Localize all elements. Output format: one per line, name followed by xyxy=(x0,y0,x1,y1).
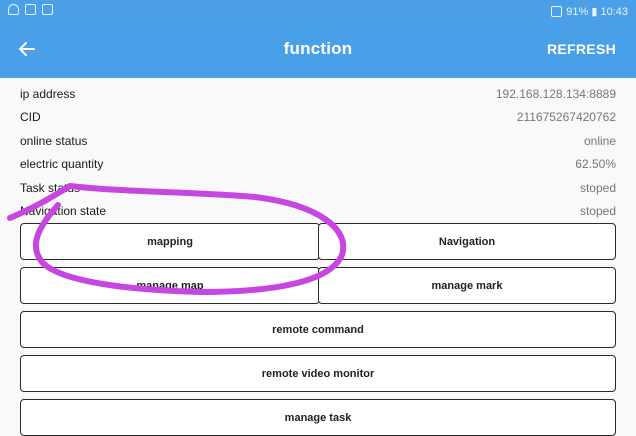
info-row-task: Task status stoped xyxy=(20,176,616,200)
navigation-button[interactable]: Navigation xyxy=(318,223,616,260)
info-row-ip: ip address 192.168.128.134:8889 xyxy=(20,82,616,106)
info-row-navigation: Navigation state stoped xyxy=(20,200,616,224)
info-value: stoped xyxy=(579,204,616,219)
info-value: online xyxy=(583,133,616,148)
wifi-icon xyxy=(8,4,19,15)
info-value: 211675267420762 xyxy=(516,110,616,125)
mapping-button[interactable]: mapping xyxy=(20,223,320,260)
status-bar: 91% ▮ 10:43 xyxy=(0,0,636,22)
info-label: electric quantity xyxy=(20,157,104,172)
info-label: ip address xyxy=(20,86,76,101)
remote-command-button[interactable]: remote command xyxy=(20,311,616,348)
info-label: Task status xyxy=(20,180,81,195)
info-value: stoped xyxy=(579,180,616,195)
info-list: ip address 192.168.128.134:8889 CID 2116… xyxy=(20,82,616,223)
info-row-cid: CID 211675267420762 xyxy=(20,106,616,130)
remote-video-monitor-button[interactable]: remote video monitor xyxy=(20,355,616,392)
page-title: function xyxy=(283,39,353,58)
info-label: online status xyxy=(20,133,88,148)
info-label: Navigation state xyxy=(20,204,107,219)
manage-task-button[interactable]: manage task xyxy=(20,399,616,436)
info-row-electric: electric quantity 62.50% xyxy=(20,153,616,177)
app-bar: function REFRESH xyxy=(0,22,636,78)
gallery-icon xyxy=(42,4,53,15)
info-value: 62.50% xyxy=(575,157,616,172)
nfc-icon xyxy=(551,6,563,17)
image-icon xyxy=(25,4,36,15)
manage-mark-button[interactable]: manage mark xyxy=(318,267,616,304)
refresh-button[interactable]: REFRESH xyxy=(547,41,616,57)
info-value: 192.168.128.134:8889 xyxy=(495,86,616,101)
status-right-text: 91% ▮ 10:43 xyxy=(566,6,628,18)
info-row-online: online status online xyxy=(20,129,616,153)
info-label: CID xyxy=(20,110,41,125)
manage-map-button[interactable]: manage map xyxy=(20,267,320,304)
